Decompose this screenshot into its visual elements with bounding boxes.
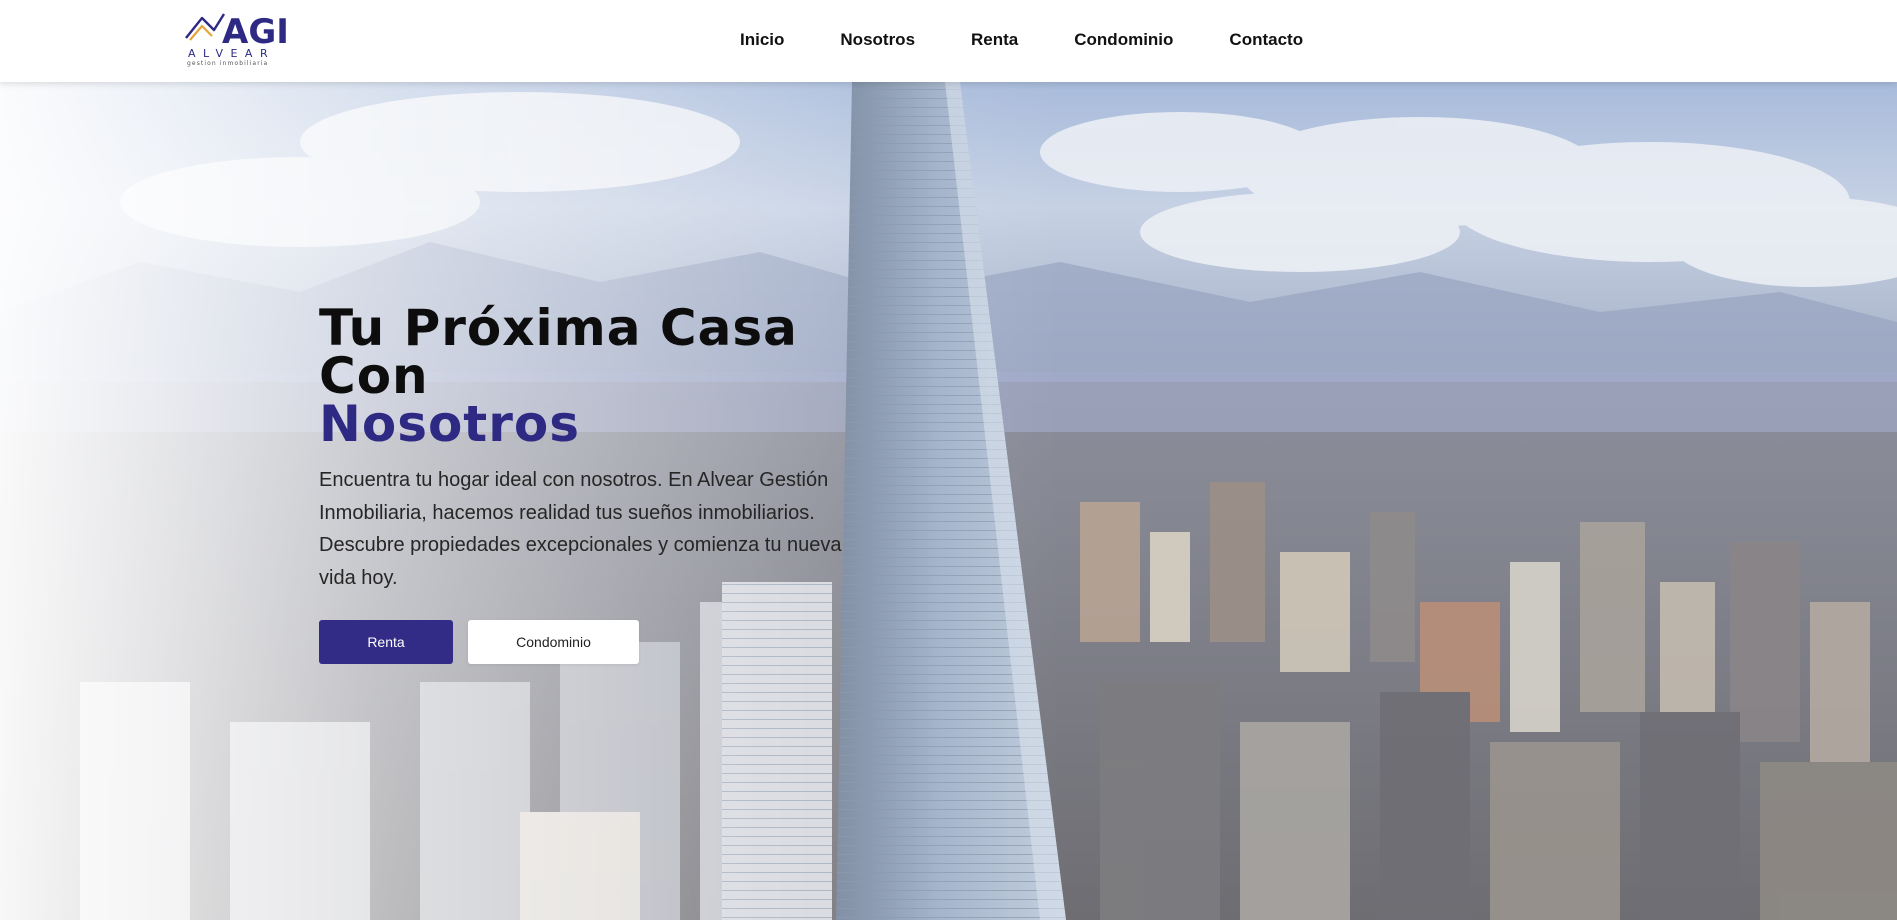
hero-section: Tu Próxima Casa Con Nosotros Encuentra t… [0,82,1897,920]
brand-logo[interactable]: AGI ALVEAR gestion inmobiliaria [184,10,306,68]
hero-buttons: Renta Condominio [319,620,919,664]
nav-item-contacto[interactable]: Contacto [1229,30,1303,50]
hero-title-line2: Nosotros [319,395,580,453]
hero-description: Encuentra tu hogar ideal con nosotros. E… [319,469,842,589]
condominio-button[interactable]: Condominio [468,620,639,664]
page: AGI ALVEAR gestion inmobiliaria Inicio N… [0,0,1897,920]
svg-text:AGI: AGI [222,12,289,52]
nav-item-renta[interactable]: Renta [971,30,1018,50]
nav-item-nosotros[interactable]: Nosotros [840,30,915,50]
nav-item-condominio[interactable]: Condominio [1074,30,1173,50]
hero-content: Tu Próxima Casa Con Nosotros Encuentra t… [319,303,919,664]
hero-white-fade [0,82,1897,920]
site-header: AGI ALVEAR gestion inmobiliaria Inicio N… [0,0,1897,82]
hero-title-line1: Tu Próxima Casa Con [319,299,798,405]
main-nav: Inicio Nosotros Renta Condominio Contact… [740,30,1303,50]
svg-text:ALVEAR: ALVEAR [188,47,275,60]
hero-title: Tu Próxima Casa Con Nosotros [319,303,919,453]
svg-text:gestion inmobiliaria: gestion inmobiliaria [187,60,268,67]
renta-button[interactable]: Renta [319,620,453,664]
agi-alvear-logo-icon: AGI ALVEAR gestion inmobiliaria [185,12,289,67]
nav-item-inicio[interactable]: Inicio [740,30,784,50]
